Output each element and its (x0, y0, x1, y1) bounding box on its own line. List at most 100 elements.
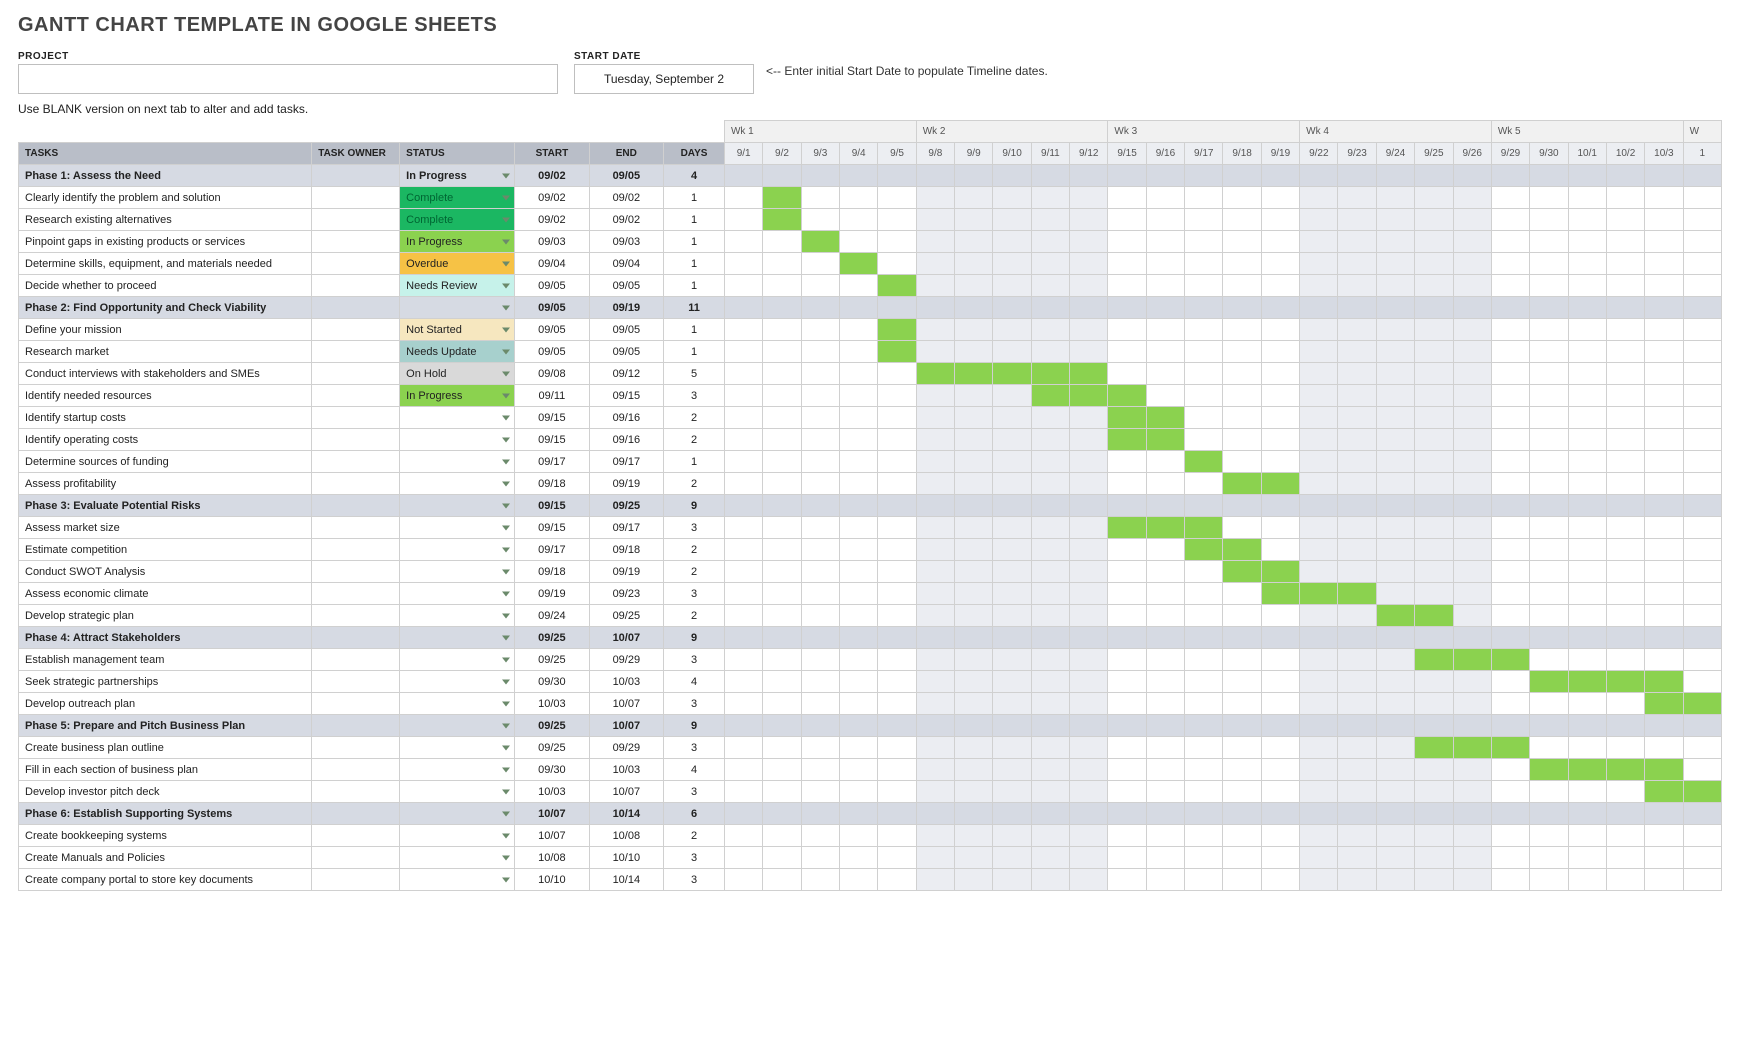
task-days-cell[interactable]: 3 (664, 649, 725, 671)
task-name-cell[interactable]: Create business plan outline (19, 737, 312, 759)
task-owner-cell[interactable] (312, 781, 400, 803)
task-days-cell[interactable]: 3 (664, 781, 725, 803)
task-name-cell[interactable]: Fill in each section of business plan (19, 759, 312, 781)
task-days-cell[interactable]: 4 (664, 671, 725, 693)
task-start-cell[interactable]: 09/17 (515, 451, 589, 473)
task-owner-cell[interactable] (312, 759, 400, 781)
task-start-cell[interactable]: 09/18 (515, 473, 589, 495)
task-owner-cell[interactable] (312, 539, 400, 561)
status-dropdown[interactable]: Overdue (400, 253, 515, 275)
task-start-cell[interactable]: 10/10 (515, 869, 589, 891)
task-days-cell[interactable]: 2 (664, 473, 725, 495)
task-end-cell[interactable]: 09/05 (589, 341, 663, 363)
task-owner-cell[interactable] (312, 869, 400, 891)
task-name-cell[interactable]: Define your mission (19, 319, 312, 341)
status-dropdown[interactable] (400, 869, 515, 891)
task-owner-cell[interactable] (312, 341, 400, 363)
status-dropdown[interactable] (400, 737, 515, 759)
task-owner-cell[interactable] (312, 407, 400, 429)
status-dropdown[interactable]: In Progress (400, 165, 515, 187)
status-dropdown[interactable] (400, 671, 515, 693)
start-date-input[interactable]: Tuesday, September 2 (574, 64, 754, 94)
task-name-cell[interactable]: Phase 2: Find Opportunity and Check Viab… (19, 297, 312, 319)
task-start-cell[interactable]: 09/19 (515, 583, 589, 605)
task-start-cell[interactable]: 09/17 (515, 539, 589, 561)
task-end-cell[interactable]: 10/07 (589, 627, 663, 649)
task-owner-cell[interactable] (312, 561, 400, 583)
status-dropdown[interactable] (400, 715, 515, 737)
task-days-cell[interactable]: 4 (664, 759, 725, 781)
task-name-cell[interactable]: Conduct interviews with stakeholders and… (19, 363, 312, 385)
task-days-cell[interactable]: 3 (664, 517, 725, 539)
task-days-cell[interactable]: 6 (664, 803, 725, 825)
task-start-cell[interactable]: 09/15 (515, 517, 589, 539)
task-start-cell[interactable]: 09/04 (515, 253, 589, 275)
task-owner-cell[interactable] (312, 825, 400, 847)
task-start-cell[interactable]: 09/03 (515, 231, 589, 253)
task-end-cell[interactable]: 10/14 (589, 803, 663, 825)
task-start-cell[interactable]: 09/30 (515, 759, 589, 781)
task-name-cell[interactable]: Develop strategic plan (19, 605, 312, 627)
task-owner-cell[interactable] (312, 363, 400, 385)
task-name-cell[interactable]: Phase 5: Prepare and Pitch Business Plan (19, 715, 312, 737)
task-start-cell[interactable]: 09/30 (515, 671, 589, 693)
status-dropdown[interactable] (400, 561, 515, 583)
task-days-cell[interactable]: 3 (664, 847, 725, 869)
task-days-cell[interactable]: 1 (664, 209, 725, 231)
task-start-cell[interactable]: 09/25 (515, 737, 589, 759)
task-name-cell[interactable]: Pinpoint gaps in existing products or se… (19, 231, 312, 253)
status-dropdown[interactable] (400, 583, 515, 605)
task-name-cell[interactable]: Assess economic climate (19, 583, 312, 605)
task-name-cell[interactable]: Assess profitability (19, 473, 312, 495)
task-start-cell[interactable]: 09/15 (515, 429, 589, 451)
task-end-cell[interactable]: 09/05 (589, 319, 663, 341)
task-owner-cell[interactable] (312, 495, 400, 517)
task-start-cell[interactable]: 10/03 (515, 781, 589, 803)
task-name-cell[interactable]: Assess market size (19, 517, 312, 539)
status-dropdown[interactable]: Complete (400, 187, 515, 209)
task-end-cell[interactable]: 10/03 (589, 671, 663, 693)
status-dropdown[interactable]: Needs Update (400, 341, 515, 363)
task-name-cell[interactable]: Create company portal to store key docum… (19, 869, 312, 891)
task-end-cell[interactable]: 09/17 (589, 517, 663, 539)
task-end-cell[interactable]: 09/02 (589, 187, 663, 209)
task-days-cell[interactable]: 1 (664, 187, 725, 209)
task-end-cell[interactable]: 10/07 (589, 781, 663, 803)
task-name-cell[interactable]: Phase 4: Attract Stakeholders (19, 627, 312, 649)
status-dropdown[interactable] (400, 693, 515, 715)
task-end-cell[interactable]: 10/08 (589, 825, 663, 847)
task-days-cell[interactable]: 2 (664, 605, 725, 627)
task-name-cell[interactable]: Conduct SWOT Analysis (19, 561, 312, 583)
task-name-cell[interactable]: Clearly identify the problem and solutio… (19, 187, 312, 209)
status-dropdown[interactable] (400, 627, 515, 649)
status-dropdown[interactable] (400, 803, 515, 825)
task-name-cell[interactable]: Research market (19, 341, 312, 363)
task-end-cell[interactable]: 09/23 (589, 583, 663, 605)
task-days-cell[interactable]: 1 (664, 451, 725, 473)
task-days-cell[interactable]: 2 (664, 539, 725, 561)
task-owner-cell[interactable] (312, 715, 400, 737)
task-end-cell[interactable]: 09/03 (589, 231, 663, 253)
status-dropdown[interactable] (400, 759, 515, 781)
task-name-cell[interactable]: Identify needed resources (19, 385, 312, 407)
task-start-cell[interactable]: 09/05 (515, 319, 589, 341)
task-start-cell[interactable]: 09/02 (515, 187, 589, 209)
task-end-cell[interactable]: 10/07 (589, 693, 663, 715)
task-owner-cell[interactable] (312, 671, 400, 693)
task-end-cell[interactable]: 09/04 (589, 253, 663, 275)
task-owner-cell[interactable] (312, 517, 400, 539)
task-name-cell[interactable]: Determine sources of funding (19, 451, 312, 473)
task-end-cell[interactable]: 09/17 (589, 451, 663, 473)
project-input[interactable] (18, 64, 558, 94)
task-owner-cell[interactable] (312, 275, 400, 297)
task-start-cell[interactable]: 10/03 (515, 693, 589, 715)
task-name-cell[interactable]: Develop investor pitch deck (19, 781, 312, 803)
task-start-cell[interactable]: 09/24 (515, 605, 589, 627)
task-days-cell[interactable]: 9 (664, 495, 725, 517)
task-days-cell[interactable]: 9 (664, 627, 725, 649)
task-days-cell[interactable]: 2 (664, 825, 725, 847)
task-end-cell[interactable]: 09/19 (589, 561, 663, 583)
task-days-cell[interactable]: 1 (664, 231, 725, 253)
task-end-cell[interactable]: 09/02 (589, 209, 663, 231)
task-name-cell[interactable]: Establish management team (19, 649, 312, 671)
